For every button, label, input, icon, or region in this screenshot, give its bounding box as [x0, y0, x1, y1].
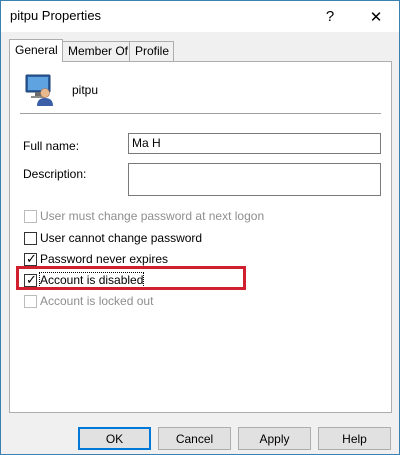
checkmark-icon: ✓: [26, 250, 37, 266]
cannot-change-password-checkbox[interactable]: User cannot change password: [24, 230, 202, 246]
checkbox-label: Account is disabled: [38, 272, 145, 288]
description-field[interactable]: [128, 163, 381, 196]
tab-general[interactable]: General: [9, 39, 63, 62]
full-name-field[interactable]: Ma H: [128, 133, 381, 154]
divider: [20, 113, 381, 114]
checkbox-box[interactable]: ✓: [24, 250, 37, 266]
apply-button[interactable]: Apply: [238, 427, 311, 450]
window-title: pitpu Properties: [10, 8, 102, 23]
full-name-label: Full name:: [23, 139, 80, 153]
ok-button[interactable]: OK: [78, 427, 151, 450]
account-disabled-checkbox[interactable]: ✓ Account is disabled: [24, 271, 145, 288]
user-computer-icon: [25, 74, 53, 106]
help-button[interactable]: Help: [318, 427, 391, 450]
checkmark-icon: ✓: [26, 271, 37, 287]
account-locked-out-checkbox[interactable]: Account is locked out: [24, 293, 153, 309]
close-icon[interactable]: ✕: [353, 1, 399, 32]
properties-dialog: pitpu Properties ? ✕ General Member Of P…: [0, 0, 400, 455]
title-bar: pitpu Properties ? ✕: [1, 1, 399, 32]
checkbox-label: User cannot change password: [40, 231, 203, 245]
help-icon[interactable]: ?: [307, 1, 353, 32]
cancel-button[interactable]: Cancel: [158, 427, 231, 450]
description-label: Description:: [23, 167, 87, 181]
user-name: pitpu: [72, 83, 99, 97]
password-never-expires-checkbox[interactable]: ✓ Password never expires: [24, 251, 168, 267]
tab-member-of[interactable]: Member Of: [62, 41, 130, 61]
must-change-password-checkbox[interactable]: User must change password at next logon: [24, 208, 264, 224]
checkbox-label: Password never expires: [40, 252, 169, 266]
checkbox-box[interactable]: [24, 294, 37, 308]
checkbox-label: Account is locked out: [40, 294, 154, 308]
tab-profile[interactable]: Profile: [129, 41, 174, 61]
checkbox-box[interactable]: [24, 231, 37, 245]
general-tab-panel: pitpu Full name: Ma H Description: User …: [9, 61, 392, 413]
checkbox-box[interactable]: [24, 209, 37, 223]
checkbox-box[interactable]: ✓: [24, 271, 37, 287]
checkbox-label: User must change password at next logon: [40, 209, 265, 223]
